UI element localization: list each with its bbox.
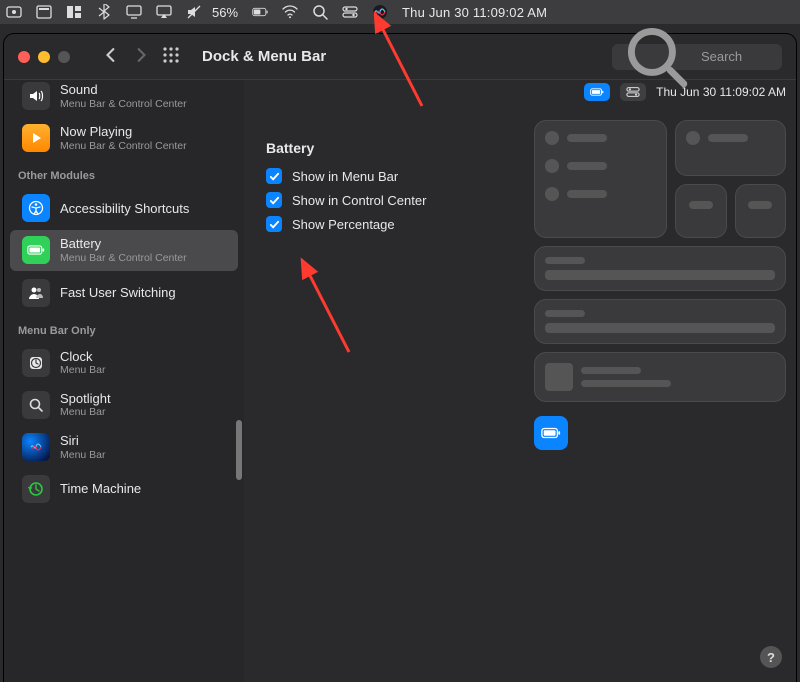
preview-battery-chip [584, 83, 610, 101]
window-controls [18, 51, 70, 63]
checkbox-label: Show in Menu Bar [292, 169, 398, 184]
checkbox-label: Show Percentage [292, 217, 395, 232]
siri-icon[interactable] [372, 4, 388, 20]
control-center-icon[interactable] [342, 4, 358, 20]
content-pane: Thu Jun 30 11:09:02 AM Battery Show in M… [244, 80, 796, 682]
preview-clock: Thu Jun 30 11:09:02 AM [656, 85, 786, 99]
cc-tile [735, 184, 787, 238]
spotlight-icon[interactable] [312, 4, 328, 20]
back-button[interactable] [104, 48, 118, 65]
sidebar-item-battery[interactable]: BatteryMenu Bar & Control Center [10, 230, 238, 270]
search-field-container[interactable] [612, 44, 782, 70]
battery-percent-text: 56% [212, 5, 238, 20]
time-machine-icon [22, 475, 50, 503]
minimize-button[interactable] [38, 51, 50, 63]
now-playing-icon [22, 124, 50, 152]
fast-user-icon [22, 279, 50, 307]
sidebar: SoundMenu Bar & Control Center Now Playi… [4, 80, 244, 682]
rectangle-icon[interactable] [66, 4, 82, 20]
bluetooth-icon[interactable] [96, 4, 112, 20]
preview-control-center-chip [620, 83, 646, 101]
control-center-preview [534, 120, 786, 450]
sound-icon [22, 82, 50, 110]
airplay-icon[interactable] [156, 4, 172, 20]
wifi-icon[interactable] [282, 4, 298, 20]
clock-icon [22, 349, 50, 377]
battery-icon[interactable] [252, 4, 268, 20]
system-preferences-window: Dock & Menu Bar SoundMenu Bar & Control … [4, 34, 796, 682]
sidebar-item-siri[interactable]: SiriMenu Bar [10, 427, 238, 467]
battery-badge-icon [534, 416, 568, 450]
keyboard-input-icon[interactable] [6, 4, 22, 20]
cc-tile [534, 120, 667, 238]
checkbox-icon [266, 216, 282, 232]
sidebar-item-accessibility[interactable]: Accessibility Shortcuts [10, 188, 238, 228]
forward-button[interactable] [134, 48, 148, 65]
window-toolbar: Dock & Menu Bar [4, 34, 796, 80]
cc-tile [534, 246, 786, 291]
menubar-preview: Thu Jun 30 11:09:02 AM [574, 80, 796, 106]
cc-tile [675, 184, 727, 238]
battery-sidebar-icon [22, 236, 50, 264]
window-tile-icon[interactable] [36, 4, 52, 20]
menubar-clock[interactable]: Thu Jun 30 11:09:02 AM [402, 5, 547, 20]
search-input[interactable] [699, 48, 774, 65]
siri-sidebar-icon [22, 433, 50, 461]
checkbox-icon [266, 192, 282, 208]
close-button[interactable] [18, 51, 30, 63]
sidebar-item-spotlight[interactable]: SpotlightMenu Bar [10, 385, 238, 425]
sidebar-item-sound[interactable]: SoundMenu Bar & Control Center [10, 80, 238, 116]
cc-tile [675, 120, 786, 176]
cc-tile [534, 352, 786, 402]
sidebar-section-menubar-only: Menu Bar Only [4, 315, 244, 341]
zoom-button[interactable] [58, 51, 70, 63]
sidebar-item-now-playing[interactable]: Now PlayingMenu Bar & Control Center [10, 118, 238, 158]
display-icon[interactable] [126, 4, 142, 20]
cc-tile [534, 299, 786, 344]
window-title: Dock & Menu Bar [202, 48, 326, 65]
sidebar-section-other: Other Modules [4, 160, 244, 186]
accessibility-icon [22, 194, 50, 222]
sidebar-item-fast-user-switching[interactable]: Fast User Switching [10, 273, 238, 313]
sidebar-item-clock[interactable]: ClockMenu Bar [10, 343, 238, 383]
checkbox-label: Show in Control Center [292, 193, 426, 208]
volume-muted-icon[interactable] [186, 4, 202, 20]
sidebar-scrollbar[interactable] [236, 420, 242, 480]
checkbox-icon [266, 168, 282, 184]
sidebar-item-time-machine[interactable]: Time Machine [10, 469, 238, 509]
show-all-button[interactable] [162, 46, 180, 67]
help-button[interactable]: ? [760, 646, 782, 668]
spotlight-sidebar-icon [22, 391, 50, 419]
